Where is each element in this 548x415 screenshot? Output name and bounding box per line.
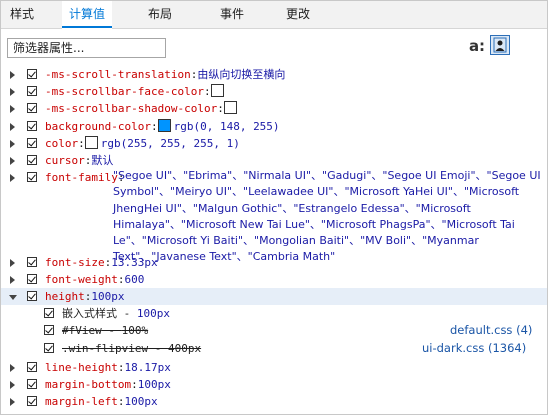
property-value: 100px (137, 378, 171, 391)
expand-arrow-icon[interactable] (10, 381, 15, 389)
tab-styles[interactable]: 样式 (4, 0, 40, 28)
property-row[interactable]: cursor:默认 (0, 152, 548, 169)
property-row[interactable]: -ms-scrollbar-shadow-color: (0, 100, 548, 117)
property-value: 100px (91, 290, 125, 303)
font-family-value: "Segoe UI"、"Ebrima"、"Nirmala UI"、"Gadugi… (113, 169, 541, 264)
person-icon (493, 37, 507, 53)
property-name: height (45, 290, 85, 303)
property-row[interactable]: -ms-scrollbar-face-color: (0, 83, 548, 100)
collapse-arrow-icon[interactable] (9, 295, 17, 300)
tab-computed[interactable]: 计算值 (62, 0, 112, 29)
expand-arrow-icon[interactable] (10, 276, 15, 284)
property-name: -ms-scroll-translation (45, 68, 191, 81)
property-name: margin-left (45, 395, 118, 408)
rule-selector: #fView (62, 324, 102, 337)
color-swatch[interactable] (223, 101, 237, 114)
color-swatch[interactable] (157, 119, 171, 132)
expand-arrow-icon[interactable] (10, 123, 15, 131)
property-row[interactable]: line-height:18.17px (0, 359, 548, 376)
tab-bar: 样式 计算值 布局 事件 更改 (0, 0, 548, 29)
show-all-toggle[interactable]: a: (468, 37, 486, 55)
expand-arrow-icon[interactable] (10, 71, 15, 79)
expand-arrow-icon[interactable] (10, 157, 15, 165)
tab-changes[interactable]: 更改 (280, 0, 316, 28)
property-name: color (45, 137, 79, 150)
rule-checkbox[interactable] (44, 308, 54, 318)
property-checkbox[interactable] (27, 274, 37, 284)
expand-arrow-icon[interactable] (10, 88, 15, 96)
property-value: 13.33px (111, 256, 158, 269)
property-name: cursor (45, 154, 85, 167)
property-checkbox[interactable] (27, 86, 37, 96)
color-swatch[interactable] (84, 136, 98, 149)
rule-value: 100px (136, 307, 170, 320)
expand-arrow-icon[interactable] (10, 105, 15, 113)
expand-arrow-icon[interactable] (10, 140, 15, 148)
rule-value: 100% (121, 324, 149, 337)
property-value: rgb(0, 148, 255) (173, 120, 280, 133)
property-name: -ms-scrollbar-face-color (45, 85, 204, 98)
property-row[interactable]: font-weight:600 (0, 271, 548, 288)
filter-properties-input[interactable] (7, 38, 166, 58)
property-name: line-height (45, 361, 118, 374)
property-checkbox[interactable] (27, 121, 37, 131)
rule-value: 400px (167, 342, 202, 355)
property-name: background-color (45, 120, 151, 133)
property-name: margin-bottom (45, 378, 132, 391)
property-value: 100px (124, 395, 158, 408)
expand-arrow-icon[interactable] (10, 364, 15, 372)
source-link[interactable]: ui-dark.css (1364) (422, 340, 526, 357)
property-name: -ms-scrollbar-shadow-color (45, 102, 218, 115)
property-row[interactable]: background-color: rgb(0, 148, 255) (0, 118, 548, 135)
property-checkbox[interactable] (27, 69, 37, 79)
property-row[interactable]: margin-left:100px (0, 393, 548, 410)
rule-checkbox[interactable] (44, 325, 54, 335)
property-checkbox[interactable] (27, 103, 37, 113)
property-value: 18.17px (124, 361, 171, 374)
rule-row[interactable]: 嵌入式样式 - 100px (0, 305, 548, 322)
expand-arrow-icon[interactable] (10, 259, 15, 267)
rule-selector: 嵌入式样式 (62, 307, 117, 320)
color-swatch[interactable] (210, 84, 224, 97)
source-link[interactable]: default.css (4) (450, 322, 532, 339)
property-name: font-weight (45, 273, 118, 286)
property-checkbox[interactable] (27, 257, 37, 267)
group-by-toggle[interactable] (490, 35, 510, 55)
property-value: 600 (124, 273, 145, 286)
rule-row[interactable]: #fView - 100% default.css (4) (0, 322, 548, 339)
property-checkbox[interactable] (27, 172, 37, 182)
property-checkbox[interactable] (27, 379, 37, 389)
property-row[interactable]: font-size:13.33px (0, 254, 548, 271)
tab-events[interactable]: 事件 (214, 0, 250, 28)
property-value: 由纵向切换至横向 (197, 68, 286, 81)
property-row-selected[interactable]: height:100px (0, 288, 548, 305)
property-value: rgb(255, 255, 255, 1) (100, 137, 240, 150)
property-row[interactable]: color: rgb(255, 255, 255, 1) (0, 135, 548, 152)
rule-row[interactable]: .win-flipview - 400px ui-dark.css (1364) (0, 340, 548, 357)
property-checkbox[interactable] (27, 138, 37, 148)
rule-checkbox[interactable] (44, 343, 54, 353)
property-checkbox[interactable] (27, 396, 37, 406)
property-row[interactable]: margin-bottom:100px (0, 376, 548, 393)
property-name: font-family (45, 171, 118, 184)
property-name: font-size (45, 256, 105, 269)
property-checkbox[interactable] (27, 362, 37, 372)
property-value: 默认 (91, 154, 114, 167)
property-checkbox[interactable] (27, 291, 37, 301)
expand-arrow-icon[interactable] (10, 398, 15, 406)
property-row[interactable]: -ms-scroll-translation:由纵向切换至横向 (0, 66, 548, 83)
tab-layout[interactable]: 布局 (142, 0, 178, 28)
property-checkbox[interactable] (27, 155, 37, 165)
expand-arrow-icon[interactable] (10, 174, 15, 182)
rule-selector: .win-flipview (62, 342, 149, 355)
